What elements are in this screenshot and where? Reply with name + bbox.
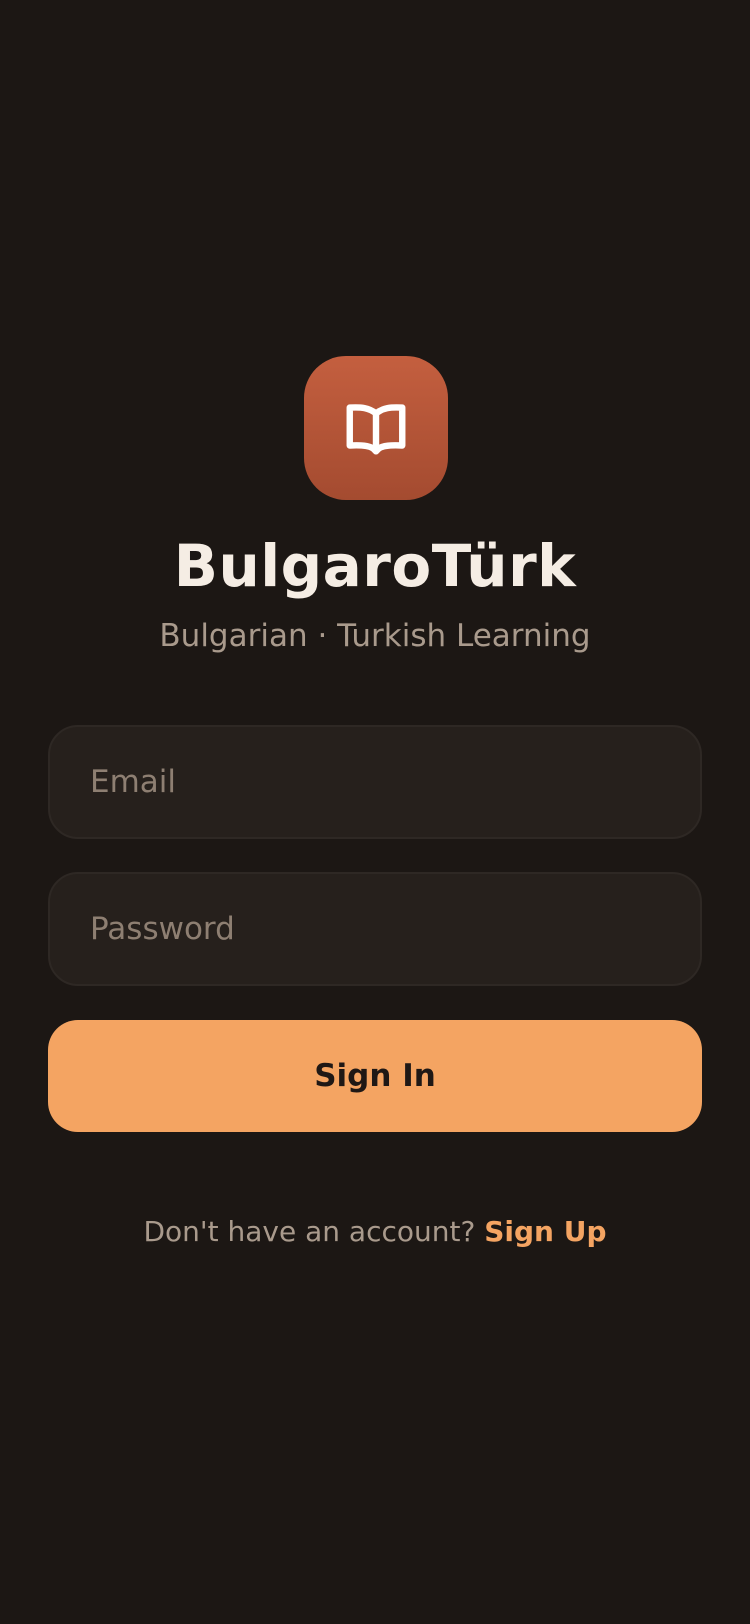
app-subtitle: Bulgarian · Turkish Learning	[159, 618, 591, 654]
open-book-icon	[346, 404, 406, 455]
app-logo	[304, 356, 448, 500]
sign-up-link[interactable]: Sign Up	[484, 1215, 606, 1248]
sign-in-button[interactable]: Sign In	[48, 1020, 702, 1132]
login-screen: BulgaroTürk Bulgarian · Turkish Learning…	[0, 0, 750, 1624]
app-title: BulgaroTürk	[173, 532, 577, 600]
signup-prompt-text: Don't have an account?	[143, 1215, 485, 1248]
password-input[interactable]	[50, 874, 700, 984]
email-field-container	[48, 725, 702, 839]
signup-prompt: Don't have an account? Sign Up	[0, 1212, 750, 1252]
email-input[interactable]	[50, 727, 700, 837]
password-field-container	[48, 872, 702, 986]
